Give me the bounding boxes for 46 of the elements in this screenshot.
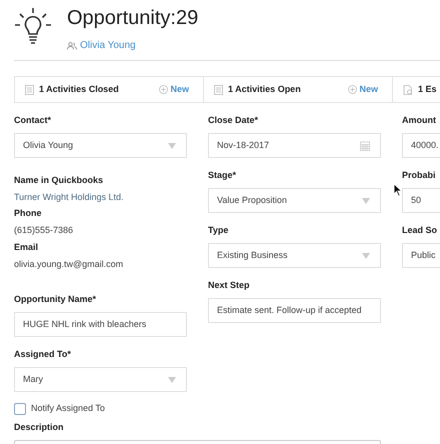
- checkbox[interactable]: [14, 403, 26, 416]
- field-label: Stage*: [208, 169, 238, 182]
- dropdown-caret-icon: [362, 198, 370, 204]
- tab-label[interactable]: 1 Activities Closed: [39, 82, 119, 96]
- lightbulb-icon: [14, 6, 52, 46]
- field-link[interactable]: Turner Wright Holdings Ltd.: [14, 188, 124, 206]
- document-icon: [403, 84, 413, 94]
- field-value: (615)555-7386: [14, 224, 74, 238]
- field-label: Email: [14, 240, 40, 254]
- dropdown-caret-icon: [362, 252, 370, 258]
- field-label: Assigned To*: [14, 348, 72, 362]
- field-label: Amount: [402, 114, 437, 127]
- dropdown-caret-icon: [168, 376, 176, 383]
- field-label: Probabi: [402, 169, 437, 182]
- field-value: olivia.young.tw@gmail.com: [14, 258, 124, 271]
- list-icon: [25, 84, 34, 94]
- field-label: Close Date*: [208, 114, 260, 127]
- field-label: Type: [208, 224, 230, 237]
- dropdown-caret-icon: [168, 142, 176, 148]
- plus-circle-icon: [159, 85, 168, 94]
- dropdown[interactable]: Olivia Young: [14, 133, 187, 158]
- page-title: Opportunity:29: [67, 6, 198, 30]
- mouse-cursor-icon: [393, 183, 402, 197]
- field-label: Opportunity Name*: [14, 293, 98, 306]
- field-label: Description: [14, 421, 65, 434]
- input-field[interactable]: Public: [402, 243, 440, 268]
- field-label: Lead So: [402, 224, 438, 237]
- date-field[interactable]: Nov-18-2017: [208, 133, 381, 158]
- field-label: Next Step: [208, 279, 251, 292]
- people-icon: [67, 42, 77, 50]
- plus-circle-icon: [348, 85, 358, 94]
- calendar-icon: [360, 140, 370, 150]
- input-field[interactable]: HUGE NHL rink with bleachers: [14, 312, 187, 338]
- dropdown[interactable]: Mary: [14, 367, 187, 392]
- field-label: Phone: [14, 207, 43, 220]
- tab-label[interactable]: 1 Activities Open: [228, 82, 301, 96]
- input-field[interactable]: 50: [402, 188, 440, 213]
- dropdown[interactable]: Value Proposition: [208, 188, 381, 213]
- list-icon: [214, 84, 223, 94]
- field-label: Contact*: [14, 114, 52, 127]
- field-label: Name in Quickbooks: [14, 174, 104, 187]
- checkbox-label: Notify Assigned To: [31, 402, 105, 416]
- input-field[interactable]: Estimate sent. Follow-up if accepted: [208, 298, 381, 323]
- input-field[interactable]: 40000.: [402, 133, 440, 158]
- dropdown[interactable]: Existing Business: [208, 243, 381, 268]
- tab-label[interactable]: 1 Es: [418, 82, 437, 96]
